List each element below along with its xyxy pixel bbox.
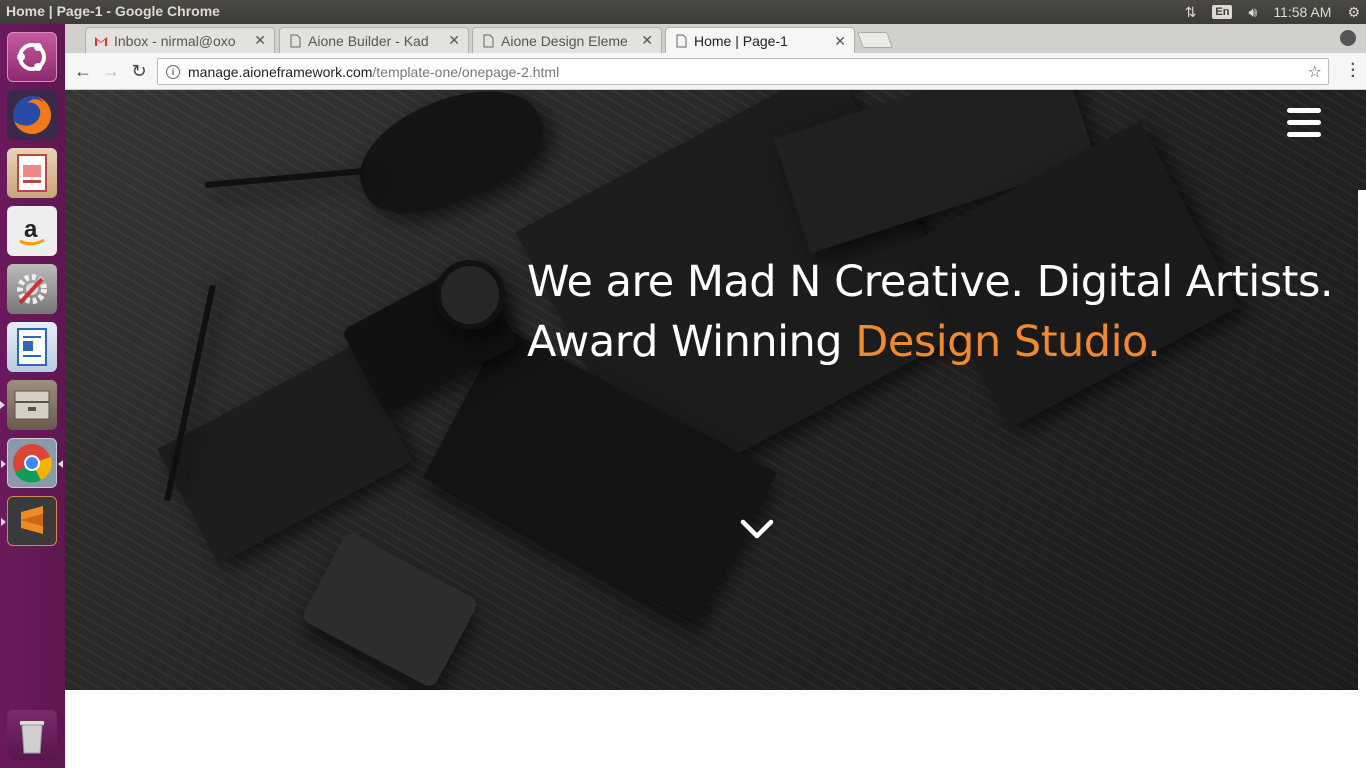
chrome-icon[interactable]	[1, 438, 63, 488]
back-arrow-icon[interactable]: ←	[72, 60, 94, 82]
browser-toolbar: ← → ↻ i manage.aioneframework.com/templa…	[65, 53, 1366, 90]
window-title: Home | Page-1 - Google Chrome	[6, 3, 220, 19]
page-icon	[290, 34, 301, 47]
page-scrollbar[interactable]	[1358, 190, 1366, 690]
system-settings-icon[interactable]	[7, 264, 57, 314]
address-bar[interactable]: i manage.aioneframework.com/template-one…	[157, 58, 1329, 85]
page-icon	[483, 34, 494, 47]
tab-aione-builder[interactable]: Aione Builder - Kad ✕	[279, 27, 469, 53]
hero-section: We are Mad N Creative. Digital Artists. …	[65, 90, 1366, 690]
hamburger-bar	[1287, 120, 1321, 125]
system-tray: ⇅ En 🔊︎ 11:58 AM ⚙	[1185, 0, 1360, 24]
amazon-icon[interactable]: a	[7, 206, 57, 256]
settings-gear-icon[interactable]: ⚙	[1347, 4, 1360, 21]
volume-icon[interactable]: 🔊︎	[1248, 4, 1257, 21]
chrome-menu-icon[interactable]: · · ·	[1351, 57, 1356, 85]
hero-headline-accent: Design Studio.	[855, 317, 1161, 367]
files-icon[interactable]	[0, 380, 57, 430]
url-path: /template-one/onepage-2.html	[372, 63, 560, 80]
close-tab-icon[interactable]: ✕	[641, 32, 653, 49]
hero-headline: We are Mad N Creative. Digital Artists. …	[527, 252, 1334, 372]
libreoffice-writer-icon[interactable]	[7, 322, 57, 372]
page-viewport: We are Mad N Creative. Digital Artists. …	[65, 90, 1366, 768]
tab-aione-design[interactable]: Aione Design Eleme ✕	[472, 27, 662, 53]
ubuntu-dash-icon[interactable]	[7, 32, 57, 82]
tab-inbox[interactable]: Inbox - nirmal@oxo ✕	[85, 27, 275, 53]
page-icon	[676, 34, 687, 48]
hero-headline-line2: Award Winning	[527, 317, 856, 367]
forward-arrow-icon[interactable]: →	[100, 60, 122, 82]
hero-headline-line1: We are Mad N Creative. Digital Artists.	[527, 257, 1334, 307]
libreoffice-impress-icon[interactable]	[7, 148, 57, 198]
firefox-icon[interactable]	[7, 90, 57, 140]
svg-text:a: a	[24, 216, 38, 243]
keyboard-layout-indicator[interactable]: En	[1212, 5, 1233, 19]
close-tab-icon[interactable]: ✕	[448, 32, 460, 49]
unity-launcher: a	[0, 24, 65, 768]
site-info-icon[interactable]: i	[166, 64, 180, 79]
sublime-text-icon[interactable]	[1, 496, 57, 546]
trash-icon[interactable]	[7, 710, 57, 760]
network-icon[interactable]: ⇅	[1185, 4, 1197, 21]
close-tab-icon[interactable]: ✕	[254, 32, 266, 49]
browser-tab-strip: Inbox - nirmal@oxo ✕ Aione Builder - Kad…	[65, 24, 1366, 54]
hamburger-bar	[1287, 132, 1321, 137]
new-tab-button[interactable]	[857, 32, 893, 48]
tab-home-page-1[interactable]: Home | Page-1 ✕	[665, 27, 855, 54]
clock[interactable]: 11:58 AM	[1273, 4, 1331, 20]
bookmark-star-icon[interactable]: ☆	[1308, 62, 1322, 82]
camera-lens-decoration	[435, 260, 505, 330]
reload-icon[interactable]: ↻	[128, 60, 150, 82]
gmail-icon	[95, 36, 107, 46]
profile-icon[interactable]	[1340, 30, 1356, 46]
close-tab-icon[interactable]: ✕	[834, 33, 846, 50]
scroll-down-chevron-icon[interactable]	[740, 518, 774, 542]
menu-hamburger-button[interactable]	[1287, 108, 1321, 138]
hamburger-bar	[1287, 108, 1321, 113]
system-top-panel: Home | Page-1 - Google Chrome ⇅ En 🔊︎ 11…	[0, 0, 1366, 24]
url-host: manage.aioneframework.com	[188, 63, 373, 80]
